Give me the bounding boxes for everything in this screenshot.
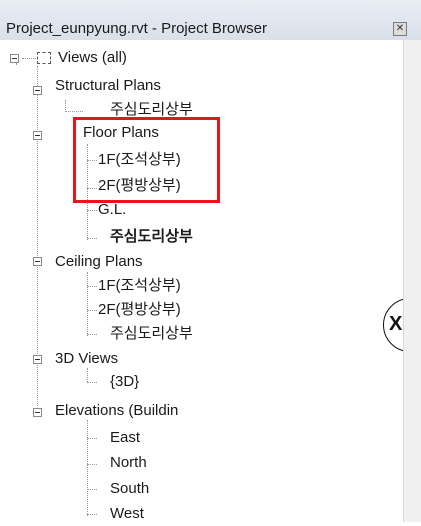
tree-item-views-all[interactable]: Views (all)	[58, 46, 127, 70]
title-bar: Project_eunpyung.rvt - Project Browser ✕	[0, 0, 421, 41]
tree-item-structural-plans[interactable]: Structural Plans	[55, 74, 161, 98]
project-browser-panel: Project_eunpyung.rvt - Project Browser ✕…	[0, 0, 421, 522]
collapse-icon[interactable]	[33, 355, 42, 364]
tree-line	[22, 58, 36, 59]
tree-line	[65, 111, 83, 112]
tree-item-ceiling-plan-top[interactable]: 주심도리상부	[110, 322, 193, 346]
window-title: Project_eunpyung.rvt - Project Browser	[6, 20, 267, 37]
tree-item-ceiling-plan-2f[interactable]: 2F(평방상부)	[98, 298, 181, 322]
tree-line	[87, 464, 97, 465]
highlight-box	[73, 117, 220, 203]
tree-line	[37, 66, 38, 354]
tree-line	[37, 362, 38, 406]
tree-item-3d-views[interactable]: 3D Views	[55, 347, 118, 371]
collapse-icon[interactable]	[33, 86, 42, 95]
tree-item-3d-view[interactable]: {3D}	[110, 370, 139, 394]
collapse-icon[interactable]	[33, 408, 42, 417]
tree-line	[87, 438, 97, 439]
collapse-icon[interactable]	[10, 54, 19, 63]
scrollbar[interactable]	[403, 40, 421, 522]
tree-item-elevations[interactable]: Elevations (Buildin	[55, 399, 178, 423]
tree-line	[87, 310, 97, 311]
tree-line	[87, 420, 88, 516]
tree-item-floor-plan-active[interactable]: 주심도리상부	[110, 225, 193, 249]
tree-line	[87, 382, 97, 383]
views-icon	[37, 52, 51, 64]
tree-line	[87, 238, 97, 239]
drawing-canvas[interactable]	[276, 40, 403, 522]
tree-line	[87, 334, 97, 335]
tree-item-elevation-west[interactable]: West	[110, 502, 144, 526]
collapse-icon[interactable]	[33, 131, 42, 140]
tree-line	[87, 489, 97, 490]
tree-item-elevation-east[interactable]: East	[110, 426, 140, 450]
tree-line	[87, 286, 97, 287]
tree-item-elevation-south[interactable]: South	[110, 477, 149, 501]
close-icon: ✕	[395, 23, 405, 34]
tree-item-elevation-north[interactable]: North	[110, 451, 147, 475]
tree-line	[87, 210, 97, 211]
close-button[interactable]: ✕	[393, 22, 407, 36]
collapse-icon[interactable]	[33, 257, 42, 266]
tree-item-ceiling-plans[interactable]: Ceiling Plans	[55, 250, 143, 274]
tree-line	[87, 272, 88, 336]
tree-item-ceiling-plan-1f[interactable]: 1F(조석상부)	[98, 274, 181, 298]
tree-line	[87, 514, 97, 515]
